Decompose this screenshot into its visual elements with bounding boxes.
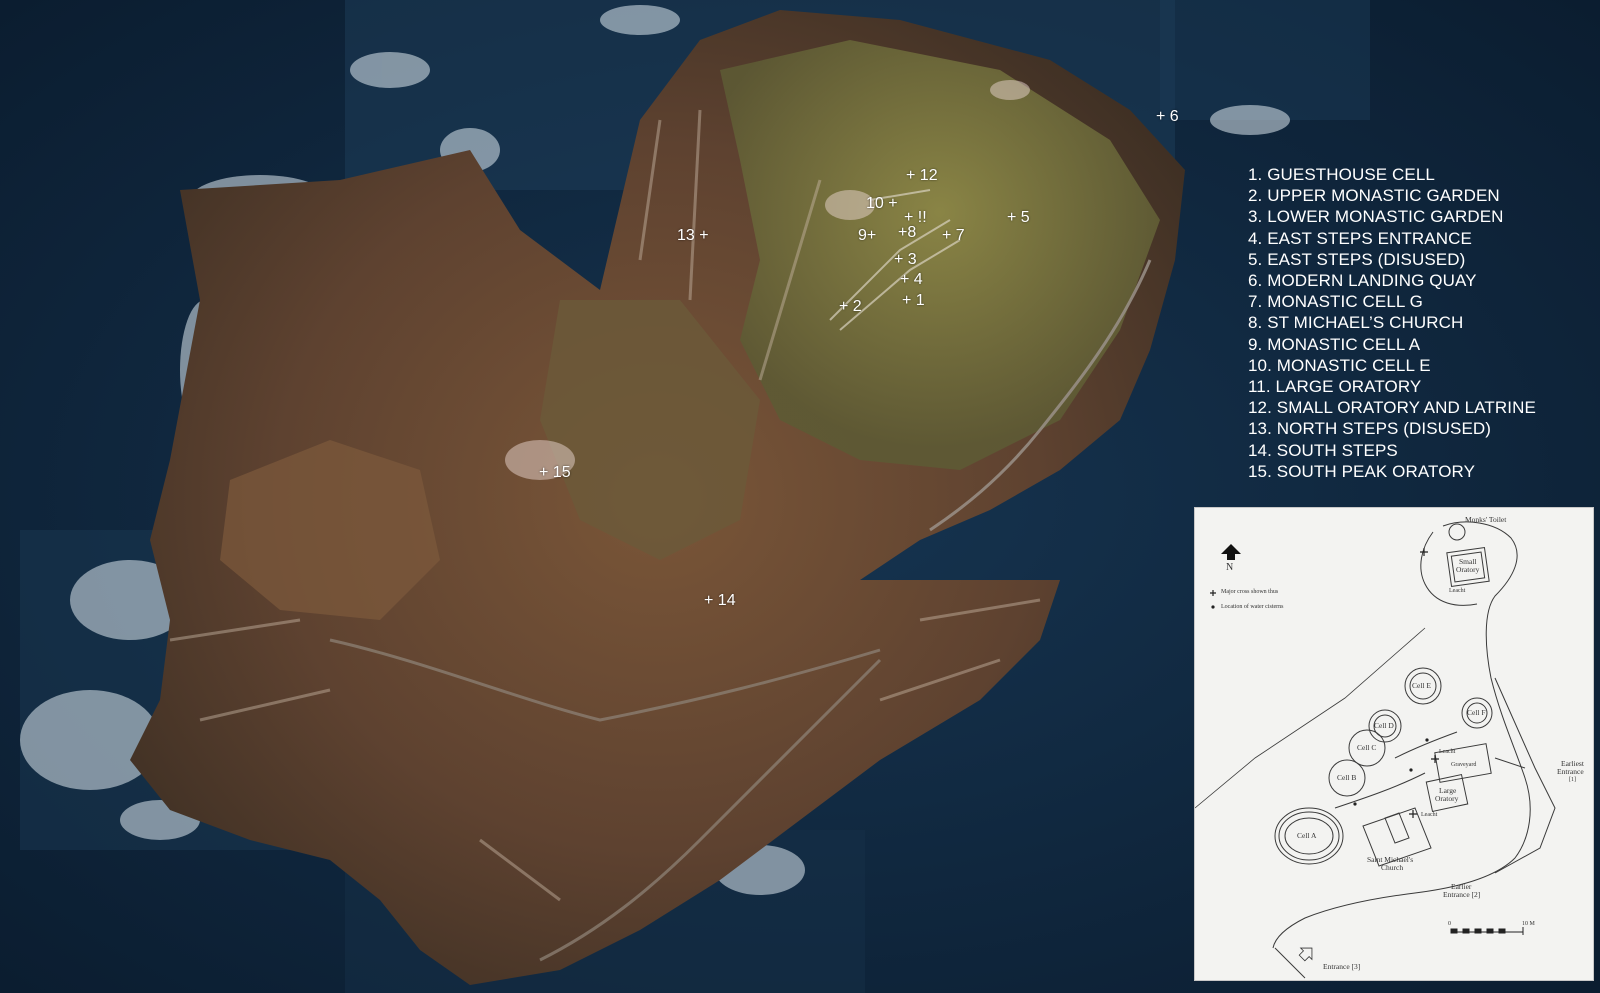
plan-label-leacht: Leacht (1439, 749, 1456, 755)
legend-item: 11. LARGE ORATORY (1248, 377, 1422, 397)
site-marker-2: + 2 (839, 298, 862, 315)
legend-item: 7. MONASTIC CELL G (1248, 292, 1423, 312)
site-marker-13: 13 + (677, 227, 709, 244)
legend-item: 3. LOWER MONASTIC GARDEN (1248, 207, 1504, 227)
map-viewport[interactable]: + 1 + 2 + 3 + 4 + 5 + 6 + 7 +8 9+ 10 + +… (0, 0, 1600, 993)
site-marker-1: + 1 (902, 292, 925, 309)
legend-item: 5. EAST STEPS (DISUSED) (1248, 249, 1466, 269)
legend-item: 13. NORTH STEPS (DISUSED) (1248, 419, 1492, 439)
legend-item: 14. SOUTH STEPS (1248, 440, 1398, 460)
site-marker-5: + 5 (1007, 209, 1030, 226)
plan-label-earlier-entrance: Entrance [2] (1443, 890, 1481, 899)
plan-label-cell-d: Cell D (1374, 721, 1394, 730)
site-marker-8: +8 (898, 224, 917, 241)
plan-label-monks-toilet: Monks' Toilet (1465, 515, 1507, 524)
plan-label-earliest-entrance: [1] (1569, 777, 1576, 783)
legend-item: 6. MODERN LANDING QUAY (1248, 271, 1477, 291)
site-marker-11: + !! (904, 209, 927, 226)
legend-item: 4. EAST STEPS ENTRANCE (1248, 228, 1472, 248)
plan-legend-cross: Major cross shown thus (1221, 589, 1279, 595)
legend-item: 8. ST MICHAEL’S CHURCH (1248, 313, 1464, 333)
site-marker-6: + 6 (1156, 108, 1179, 125)
legend-item: 12. SMALL ORATORY AND LATRINE (1248, 398, 1536, 418)
site-marker-14: + 14 (704, 592, 736, 609)
site-plan-drawing (1195, 521, 1556, 979)
plan-label-entrance-3: Entrance [3] (1323, 962, 1361, 971)
plan-label-large-oratory: Oratory (1435, 794, 1459, 803)
site-marker-3: + 3 (894, 251, 917, 268)
plan-north-label: N (1226, 562, 1234, 573)
legend-item: 1. GUESTHOUSE CELL (1248, 165, 1435, 184)
monastery-site-plan: N Major cross shown thus Location of wat… (1194, 507, 1594, 981)
plan-label-cell-e: Cell E (1412, 681, 1431, 690)
site-marker-15: + 15 (539, 464, 571, 481)
plan-label-graveyard: Graveyard (1451, 762, 1477, 768)
plan-label-cell-c: Cell C (1357, 743, 1377, 752)
site-marker-9: 9+ (858, 227, 877, 244)
plan-label-leacht: Leacht (1449, 588, 1466, 594)
site-marker-10: 10 + (866, 195, 898, 212)
plan-legend-dot: Location of water cisterns (1221, 604, 1284, 610)
plan-label-cell-b: Cell B (1337, 773, 1357, 782)
plan-label-cell-f: Cell F (1467, 708, 1486, 717)
legend-item: 2. UPPER MONASTIC GARDEN (1248, 186, 1500, 206)
legend-item: 9. MONASTIC CELL A (1248, 334, 1421, 354)
legend-item: 15. SOUTH PEAK ORATORY (1248, 461, 1476, 481)
legend-item: 10. MONASTIC CELL E (1248, 355, 1431, 375)
plan-scale-end: 10 M (1522, 921, 1535, 927)
plan-label-leacht: Leacht (1421, 812, 1438, 818)
plan-label-cell-a: Cell A (1297, 831, 1317, 840)
site-marker-4: + 4 (900, 271, 923, 288)
plan-label-earliest-entrance: Entrance (1557, 767, 1584, 776)
plan-label-church: Church (1381, 863, 1404, 872)
site-legend: 1. GUESTHOUSE CELL 2. UPPER MONASTIC GAR… (1248, 164, 1536, 482)
site-marker-12: + 12 (906, 167, 938, 184)
site-marker-7: + 7 (942, 227, 965, 244)
plan-scale-start: 0 (1448, 921, 1451, 927)
plan-label-small-oratory: Oratory (1456, 565, 1480, 574)
